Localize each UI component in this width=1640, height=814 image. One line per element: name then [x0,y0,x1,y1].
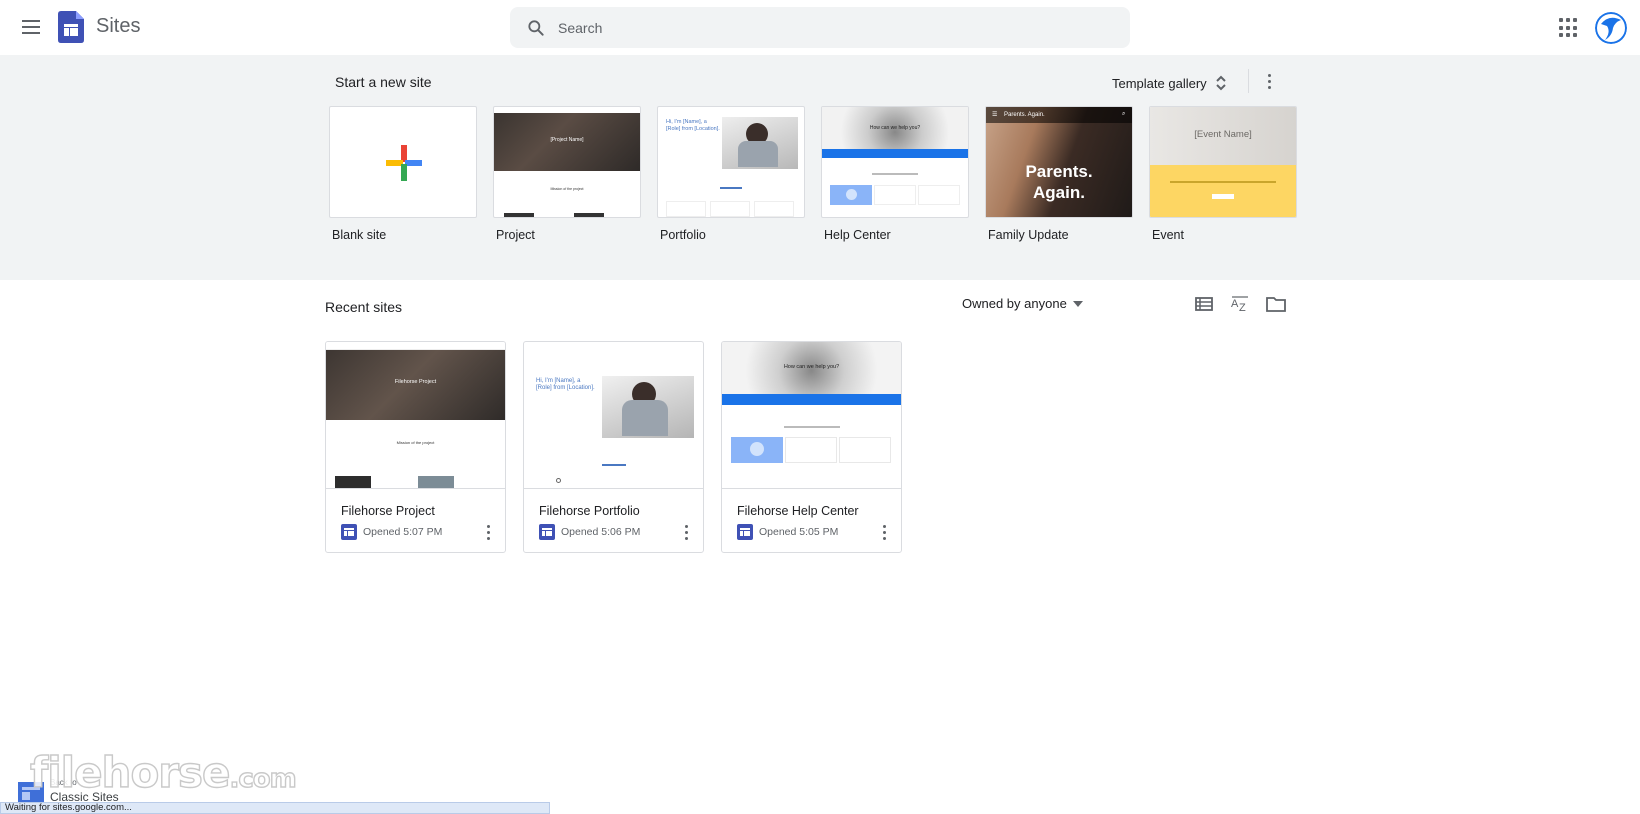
site-name: Filehorse Help Center [737,504,859,518]
thumb-subtitle: Mission of the project [396,440,435,445]
template-event[interactable]: [Event Name] Event [1149,106,1297,242]
thumb-title: Hi, I'm [Name], a [Role] from [Location]… [666,119,720,132]
template-thumbnail: ☰ Parents. Again. ⌕ Parents. Again. [985,106,1133,218]
template-thumbnail: [Event Name] [1149,106,1297,218]
list-view-icon[interactable] [1193,294,1215,314]
site-thumbnail: Filehorse Project Mission of the project [326,342,505,489]
template-label: Event [1152,228,1184,242]
template-thumbnail: [Project Name] Mission of the project [493,106,641,218]
template-label: Help Center [824,228,891,242]
account-avatar[interactable] [1595,12,1627,44]
google-apps-icon[interactable] [1559,18,1579,38]
search-bar[interactable] [510,7,1130,48]
sites-file-icon [341,524,357,540]
template-thumbnail [329,106,477,218]
sort-az-icon[interactable]: A Z [1229,294,1251,314]
thumb-header: Parents. Again. [1004,112,1045,118]
template-thumbnail: Hi, I'm [Name], a [Role] from [Location]… [657,106,805,218]
template-blank-site[interactable]: Blank site [329,106,477,242]
template-project[interactable]: [Project Name] Mission of the project Pr… [493,106,641,242]
template-band: Start a new site Template gallery Blank … [0,55,1640,280]
site-name: Filehorse Project [341,504,435,518]
svg-text:Z: Z [1239,302,1246,314]
site-name: Filehorse Portfolio [539,504,640,518]
thumb-title: Filehorse Project [394,379,437,385]
sites-logo-icon[interactable] [58,11,84,43]
template-gallery-label: Template gallery [1112,75,1207,91]
template-label: Project [496,228,535,242]
main-menu-icon[interactable] [18,14,44,40]
thumb-title: [Event Name] [1194,129,1252,140]
recent-sites-title: Recent sites [325,299,403,315]
site-opened-info: Opened 5:07 PM [341,524,442,540]
site-opened-info: Opened 5:06 PM [539,524,640,540]
site-opened-time: Opened 5:07 PM [363,526,443,538]
owner-filter-label: Owned by anyone [962,296,1067,311]
template-gallery-toggle[interactable]: Template gallery [1112,69,1227,97]
thumb-title: Parents. Again. [1025,162,1093,202]
thumb-title: How can we help you? [783,364,840,370]
unfold-icon [1215,75,1226,91]
divider [1248,69,1249,93]
filehorse-watermark: filehorse.com [29,747,297,797]
recent-site-card[interactable]: Filehorse Project Mission of the project… [325,341,506,553]
folder-icon[interactable] [1265,294,1287,314]
template-help-center[interactable]: How can we help you? Help Center [821,106,969,242]
thumb-title: Hi, I'm [Name], a [Role] from [Location]… [536,378,595,391]
template-portfolio[interactable]: Hi, I'm [Name], a [Role] from [Location]… [657,106,805,242]
app-name[interactable]: Sites [96,15,140,38]
site-thumbnail: How can we help you? [722,342,901,489]
thumb-subtitle: Mission of the project [550,187,584,191]
site-opened-time: Opened 5:06 PM [561,526,641,538]
sites-file-icon [539,524,555,540]
template-thumbnail: How can we help you? [821,106,969,218]
plus-icon [386,145,422,181]
thumb-title: [Project Name] [550,137,584,143]
search-input[interactable] [558,7,1098,48]
site-thumbnail: Hi, I'm [Name], a [Role] from [Location]… [524,342,703,489]
search-icon[interactable] [526,18,546,38]
site-opened-time: Opened 5:05 PM [759,526,839,538]
sites-file-icon [737,524,753,540]
site-more-options-icon[interactable] [878,522,890,542]
site-more-options-icon[interactable] [482,522,494,542]
template-label: Blank site [332,228,387,242]
template-label: Family Update [988,228,1069,242]
start-new-site-title: Start a new site [335,74,432,90]
template-label: Portfolio [660,228,706,242]
recent-site-card[interactable]: How can we help you? Filehorse Help Cent… [721,341,902,553]
template-family-update[interactable]: ☰ Parents. Again. ⌕ Parents. Again. Fami… [985,106,1133,242]
browser-status-bar: Waiting for sites.google.com... [0,802,550,814]
svg-text:A: A [1231,298,1239,310]
site-more-options-icon[interactable] [680,522,692,542]
more-options-icon[interactable] [1262,69,1276,93]
site-opened-info: Opened 5:05 PM [737,524,838,540]
recent-site-card[interactable]: Hi, I'm [Name], a [Role] from [Location]… [523,341,704,553]
caret-down-icon [1072,300,1083,307]
owner-filter-dropdown[interactable]: Owned by anyone [962,296,1083,311]
thumb-title: How can we help you? [869,125,921,131]
top-bar: Sites [0,0,1640,55]
